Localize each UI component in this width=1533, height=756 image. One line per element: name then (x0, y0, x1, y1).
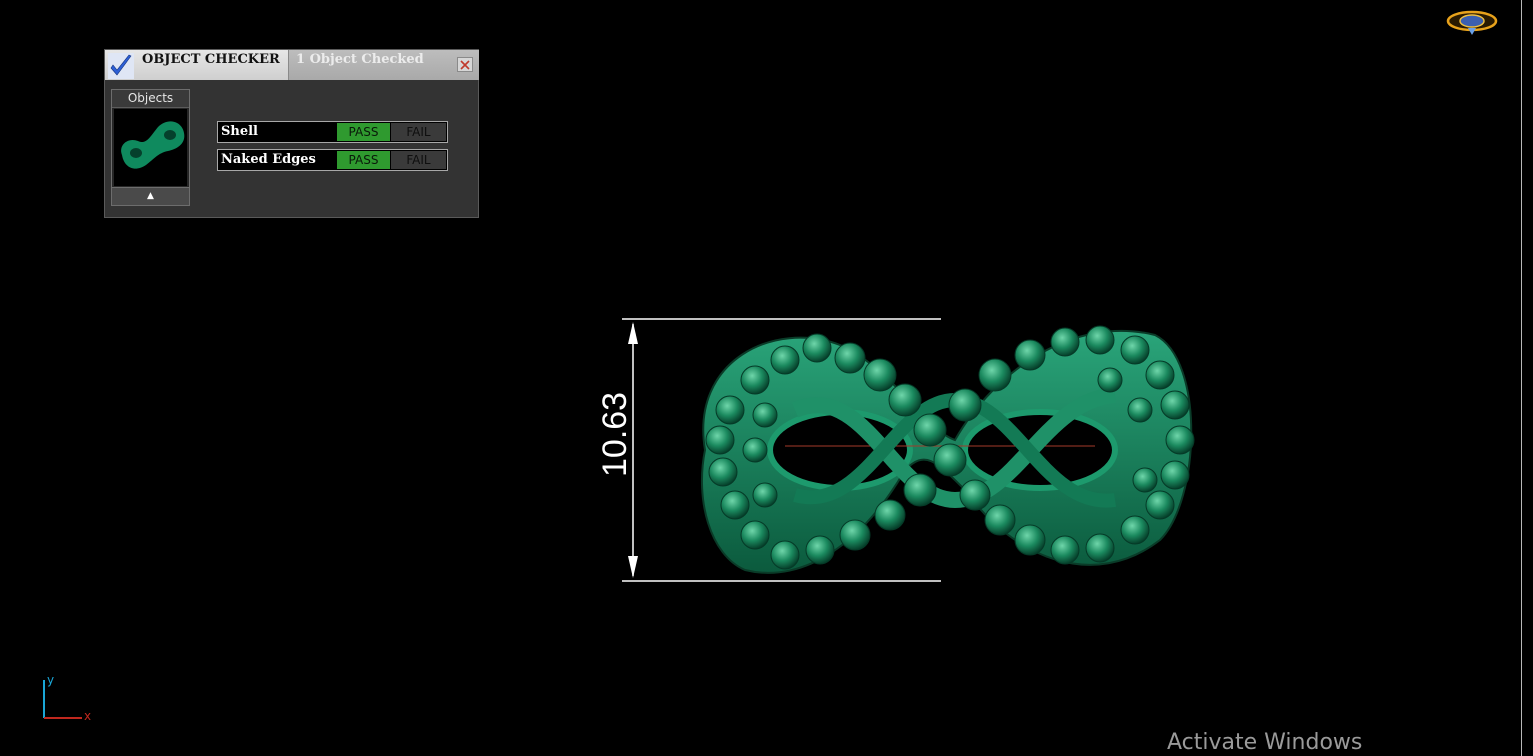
pass-indicator: PASS (337, 123, 390, 141)
objects-checked-count: 1 Object Checked (296, 52, 424, 67)
infinity-ring-thumbnail-icon (121, 121, 185, 169)
axis-y-label: y (47, 673, 54, 687)
activate-windows-watermark: Activate Windows (1167, 730, 1363, 755)
objects-scroll-up-button[interactable]: ▲ (112, 187, 189, 205)
close-icon (460, 60, 470, 70)
checker-title: OBJECT CHECKER (142, 52, 280, 67)
object-checker-panel: OBJECT CHECKER 1 Object Checked Objects … (104, 49, 479, 218)
objects-label: Objects (112, 90, 189, 108)
check-row-shell: Shell PASS FAIL (217, 121, 448, 143)
object-checker-header[interactable]: OBJECT CHECKER 1 Object Checked (105, 50, 479, 80)
objects-list: Objects ▲ (111, 89, 190, 206)
dimension-value: 10.63 (596, 391, 634, 477)
object-thumbnail[interactable] (114, 109, 187, 186)
fail-indicator: FAIL (391, 151, 446, 169)
pass-indicator: PASS (337, 151, 390, 169)
check-name: Shell (221, 124, 258, 139)
infinity-ring-model[interactable] (595, 300, 1205, 600)
checkmark-icon (108, 53, 134, 79)
fail-indicator: FAIL (391, 123, 446, 141)
navigation-compass-icon[interactable] (1446, 8, 1498, 36)
chevron-up-icon: ▲ (147, 191, 154, 201)
axis-icon: y x (43, 673, 91, 723)
check-row-naked-edges: Naked Edges PASS FAIL (217, 149, 448, 171)
axis-x-label: x (84, 709, 91, 723)
close-button[interactable] (457, 57, 473, 72)
check-name: Naked Edges (221, 152, 316, 167)
window-right-border (1521, 0, 1533, 756)
